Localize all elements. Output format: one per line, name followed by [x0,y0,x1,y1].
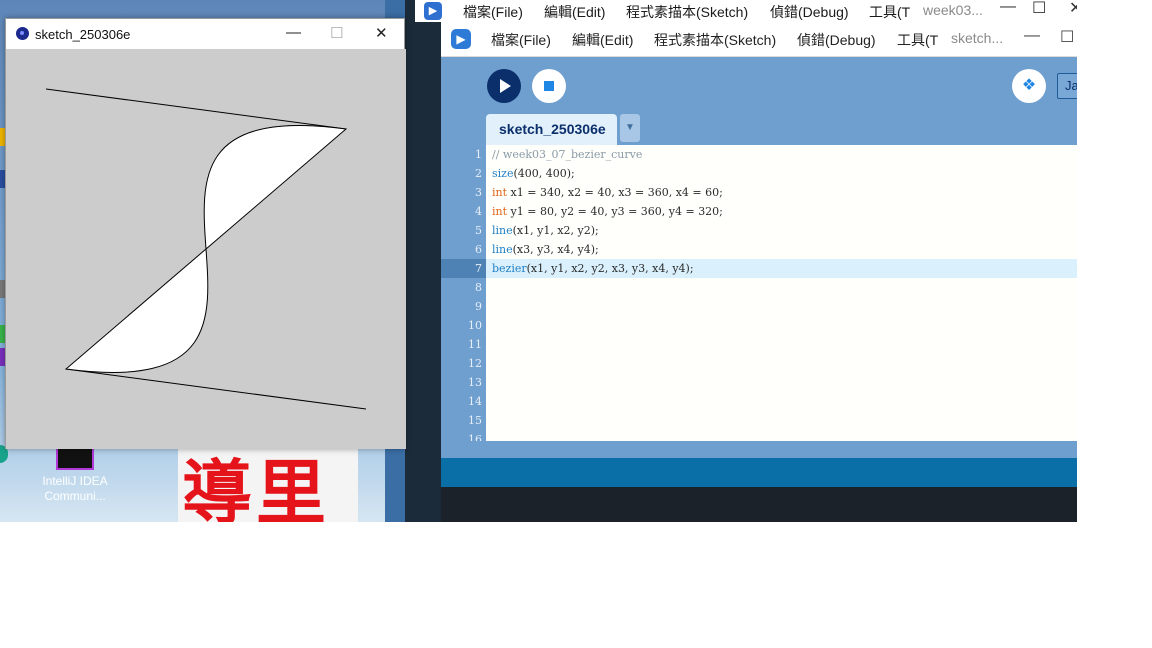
line-number: 1 [475,148,482,161]
code-line: size(400, 400); [492,164,575,183]
code-token: (x3, y3, x4, y4); [512,243,599,256]
line-number: 14 [468,395,482,408]
sketch-window-title: sketch_250306e [35,27,131,42]
processing-ide-window: ▶ 檔案(File) 編輯(Edit) 程式素描本(Sketch) 偵錯(Deb… [441,21,1077,522]
line-number: 13 [468,376,482,389]
sketch-maximize-button: ☐ [330,25,344,42]
back-close-button[interactable]: ✕ [1069,0,1077,18]
mode-selector[interactable]: Ja [1057,73,1077,99]
menu-file[interactable]: 檔案(File) [491,30,551,50]
processing-logo-icon: ▶ [424,2,442,20]
line-number: 3 [475,186,482,199]
line-number: 12 [468,357,482,370]
code-token: line [492,224,513,237]
code-token: size [492,167,514,180]
line-number: 7 [475,262,482,275]
back-menu-tools[interactable]: 工具(T [869,2,910,22]
line-number: 9 [475,300,482,313]
code-token: // week03_07_bezier_curve [492,148,643,161]
run-button[interactable] [487,69,521,103]
code-editor[interactable]: 1 2 3 4 5 6 7 8 9 10 11 12 13 14 15 16 // week03_07_bez… [441,145,1077,441]
stop-button[interactable] [532,69,566,103]
back-menu-debug[interactable]: 偵錯(Debug) [770,2,849,22]
ide-maximize-button[interactable]: ☐ [1060,27,1074,47]
back-menu-edit[interactable]: 編輯(Edit) [544,2,605,22]
code-token: (x1, y1, x2, y2, x3, y3, x4, y4); [526,262,694,275]
tab-bar: sketch_250306e ▼ [441,114,1077,145]
line-number: 11 [468,338,482,351]
sketch-app-icon [16,27,29,40]
menu-edit[interactable]: 編輯(Edit) [572,30,633,50]
ide-window-title: sketch... [951,30,1004,46]
line-number-gutter: 1 2 3 4 5 6 7 8 9 10 11 12 13 14 15 16 [441,145,486,441]
ide-titlebar: ▶ 檔案(File) 編輯(Edit) 程式素描本(Sketch) 偵錯(Deb… [441,21,1077,57]
intellij-label-line1: IntelliJ IDEA [42,474,108,488]
line-number: 16 [468,433,482,441]
code-line: line(x3, y3, x4, y4); [492,240,599,259]
menu-sketch[interactable]: 程式素描本(Sketch) [654,30,776,50]
code-token: int [492,186,508,199]
code-line: bezier(x1, y1, x2, y2, x3, y3, x4, y4); [492,259,694,278]
back-menu-file[interactable]: 檔案(File) [463,2,523,22]
code-token: (400, 400); [513,167,575,180]
code-token: x1 = 340, x2 = 40, x3 = 360, x4 = 60; [507,186,723,199]
line-number: 15 [468,414,482,427]
processing-logo-icon: ▶ [451,29,471,49]
sketch-titlebar: sketch_250306e — ☐ ✕ [6,19,404,49]
code-text-area[interactable]: // week03_07_bezier_curve size(400, 400);… [486,145,1077,441]
menu-debug[interactable]: 偵錯(Debug) [797,30,876,50]
back-window-title: week03... [923,2,983,18]
back-maximize-button[interactable]: ☐ [1032,0,1046,18]
desktop: 導里 IntelliJ IDEA Communi... ▶ 檔案(File) 編… [0,0,1077,522]
debugger-icon[interactable]: ❖ [1012,69,1046,103]
tab-menu-arrow-icon[interactable]: ▼ [620,114,640,142]
sketch-canvas [6,49,406,449]
console-header [441,458,1077,487]
line-number: 2 [475,167,482,180]
code-line: int x1 = 340, x2 = 40, x3 = 360, x4 = 60… [492,183,723,202]
banner-text: 導里 [182,452,330,522]
back-window-titlebar: ▶ 檔案(File) 編輯(Edit) 程式素描本(Sketch) 偵錯(Deb… [415,0,1077,22]
back-menu-sketch[interactable]: 程式素描本(Sketch) [626,2,748,22]
code-token: int [492,205,508,218]
line-number: 10 [468,319,482,332]
console-area [441,487,1077,522]
intellij-label-line2: Communi... [44,489,106,503]
code-token: line [492,243,513,256]
code-token: (x1, y1, x2, y2); [512,224,599,237]
sketch-minimize-button[interactable]: — [286,24,301,41]
intellij-desktop-shortcut[interactable]: IntelliJ IDEA Communi... [30,440,120,504]
background-window-strip-dark [405,0,441,522]
code-line: int y1 = 80, y2 = 40, y3 = 360, y4 = 320… [492,202,723,221]
line-number: 5 [475,224,482,237]
wallpaper-banner: 導里 [178,445,358,522]
line-number: 8 [475,281,482,294]
code-token: y1 = 80, y2 = 40, y3 = 360, y4 = 320; [507,205,723,218]
ide-toolbar: ❖ Ja [441,58,1077,114]
code-line: line(x1, y1, x2, y2); [492,221,599,240]
menu-tools[interactable]: 工具(T [897,30,938,50]
line-number: 6 [475,243,482,256]
sketch-window: sketch_250306e — ☐ ✕ [5,18,406,449]
code-line: // week03_07_bezier_curve [492,145,642,164]
ide-minimize-button[interactable]: — [1024,27,1040,45]
code-token: bezier [492,262,527,275]
sketch-close-button[interactable]: ✕ [375,24,388,42]
tab-sketch[interactable]: sketch_250306e [486,114,617,145]
back-minimize-button[interactable]: — [1000,0,1016,16]
line-number: 4 [475,205,482,218]
horizontal-scrollbar[interactable] [441,441,1077,457]
